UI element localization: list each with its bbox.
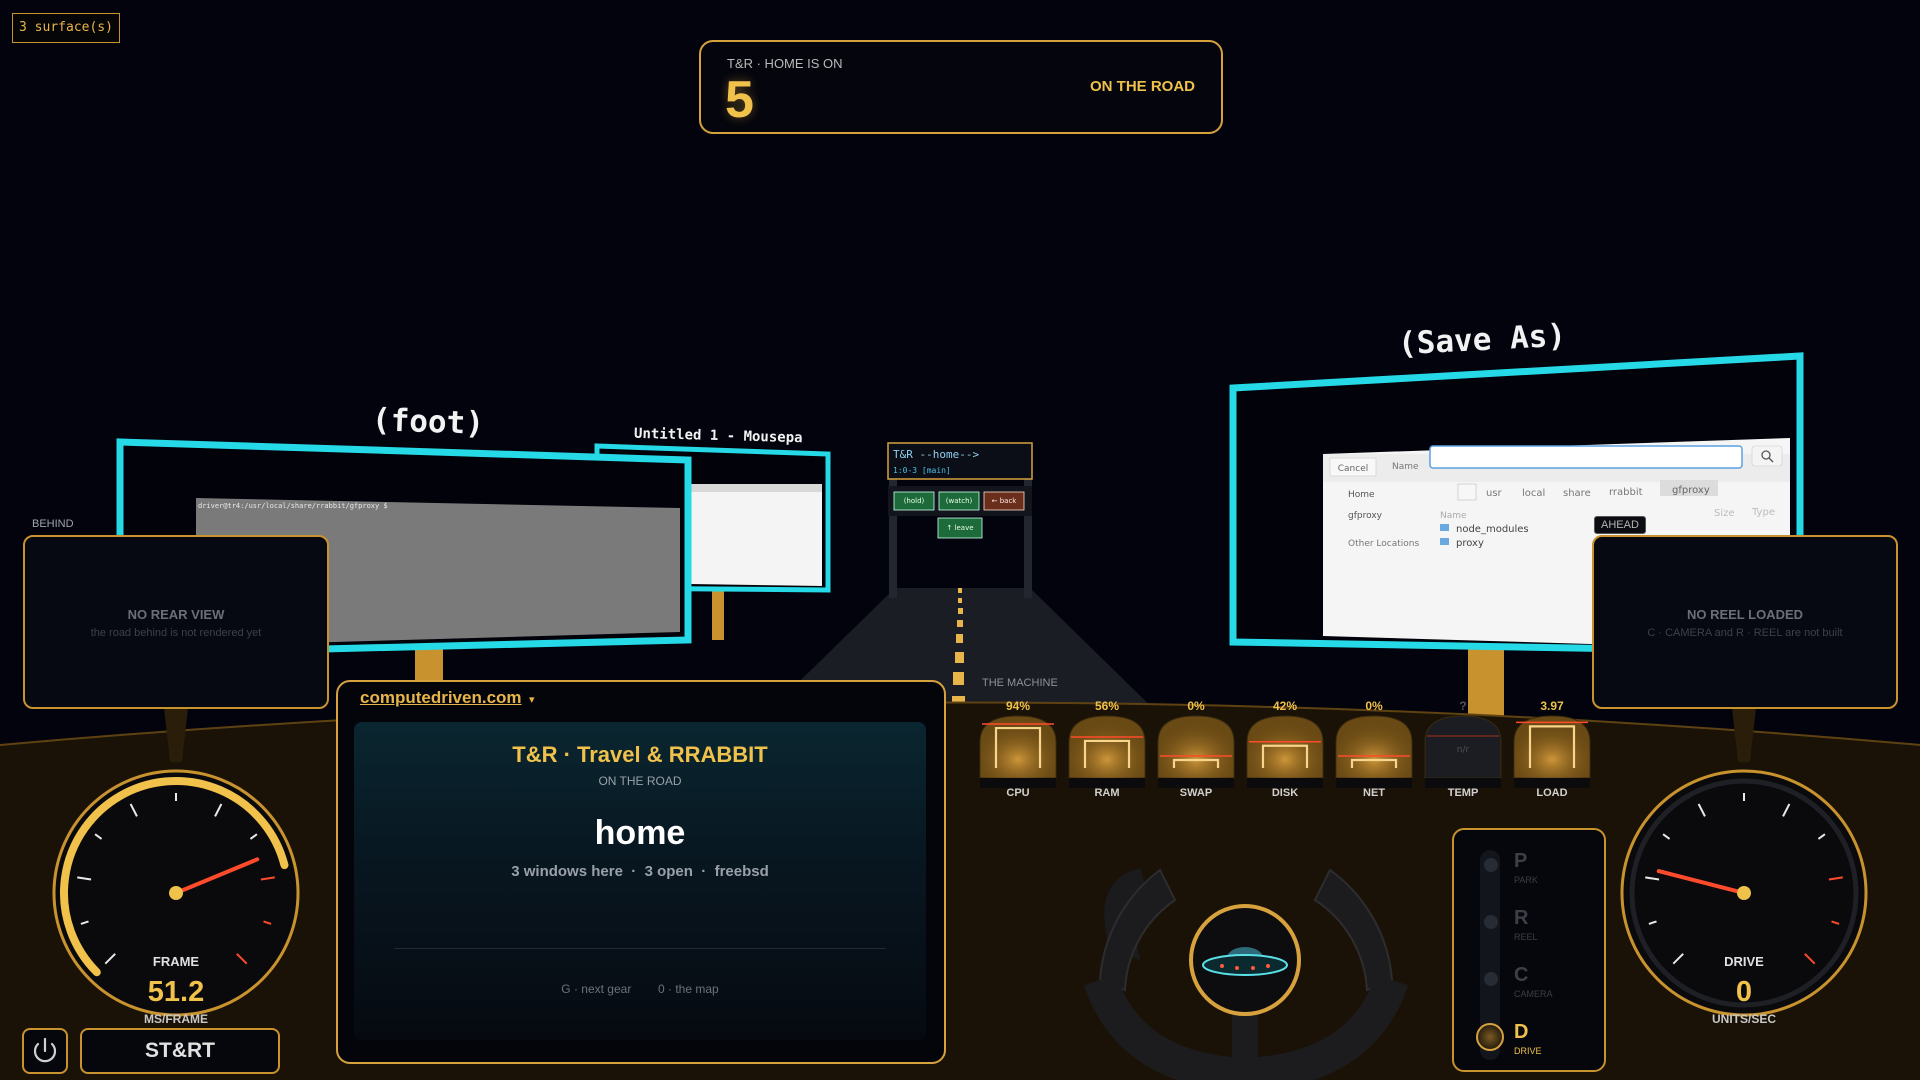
gauge-value: 94% xyxy=(1005,699,1031,713)
gauge-readout-net: 0% NET xyxy=(1335,699,1413,799)
screen-location: home xyxy=(594,814,686,852)
gear-indicator-drive xyxy=(1476,1023,1504,1051)
frame-dial-value: 51.2 xyxy=(147,976,205,1008)
rear-view-subtitle: the road behind is not rendered yet xyxy=(90,627,262,639)
gauge-label: NET xyxy=(1363,787,1385,799)
gear-selector[interactable]: P PARK R REEL C CAMERA D DRIVE xyxy=(1452,828,1606,1072)
gear-name-drive: DRIVE xyxy=(1514,1046,1542,1056)
gear-reel[interactable]: R xyxy=(1514,907,1528,930)
path-gfproxy[interactable]: gfproxy xyxy=(1672,485,1710,496)
sign-tile-leave: ↑ leave xyxy=(946,524,973,532)
drive-dial-label: DRIVE xyxy=(1724,954,1764,969)
gauge-label: LOAD xyxy=(1536,787,1568,799)
folder-icon xyxy=(1440,524,1449,531)
gauge-readout-load: 3.97 LOAD xyxy=(1513,699,1591,799)
gauge-readout-ram: 56% RAM xyxy=(1068,699,1146,799)
gear-indicator-park xyxy=(1484,858,1498,872)
gauge-readout-swap: 0% SWAP xyxy=(1157,699,1235,799)
reel-subtitle: C · CAMERA and R · REEL are not built xyxy=(1647,627,1843,639)
place-gfproxy[interactable]: gfproxy xyxy=(1348,511,1383,521)
gauge-label: DISK xyxy=(1271,787,1299,799)
gauge-label: RAM xyxy=(1094,787,1120,799)
sign-line2: 1:0-3 [main] xyxy=(893,466,951,475)
column-type[interactable]: Type xyxy=(1751,507,1775,518)
gauge-readout-temp: ? TEMP xyxy=(1424,699,1502,799)
machine-title: THE MACHINE xyxy=(982,677,1058,689)
overhead-sign: T&R --home--> 1:0-3 [main] (hold) (watch… xyxy=(887,442,1033,598)
path-rrabbit[interactable]: rrabbit xyxy=(1609,487,1643,498)
behind-tag: BEHIND xyxy=(32,518,74,530)
gauge-label: TEMP xyxy=(1447,787,1479,799)
home-banner: T&R · HOME IS ON 5 ON THE ROAD xyxy=(699,40,1223,134)
path-root-button[interactable] xyxy=(1457,483,1477,501)
billboard-title-foot: (foot) xyxy=(371,402,485,442)
place-other-locations[interactable]: Other Locations xyxy=(1348,539,1419,549)
gauge-label: SWAP xyxy=(1179,787,1213,799)
sign-line1: T&R --home--> xyxy=(893,448,979,461)
gauge-label: CPU xyxy=(1006,787,1030,799)
path-share[interactable]: share xyxy=(1563,488,1591,499)
gear-name-reel: REEL xyxy=(1514,932,1538,942)
gauge-value: 0% xyxy=(1365,699,1383,713)
reel-title: NO REEL LOADED xyxy=(1686,607,1804,622)
save-search-button[interactable] xyxy=(1751,445,1783,467)
save-name-input[interactable] xyxy=(1429,445,1743,469)
power-button[interactable] xyxy=(22,1028,68,1074)
sign-tile-back: ← back xyxy=(992,497,1018,505)
rear-view-title: NO REAR VIEW xyxy=(127,607,225,622)
save-cancel-label: Cancel xyxy=(1338,464,1369,474)
rear-view-mirror: NO REAR VIEW the road behind is not rend… xyxy=(23,535,329,709)
file-node-modules[interactable]: node_modules xyxy=(1456,524,1529,535)
screen-details: 3 windows here · 3 open · freebsd xyxy=(511,863,769,880)
save-name-label: Name xyxy=(1392,462,1419,472)
gauge-readout-cpu: 94% CPU xyxy=(979,699,1057,799)
screen-hints: G · next gear 0 · the map xyxy=(561,982,719,996)
gauge-value: 42% xyxy=(1272,699,1298,713)
folder-icon xyxy=(1440,538,1449,545)
gear-indicator-camera xyxy=(1484,972,1498,986)
gear-name-camera: CAMERA xyxy=(1514,989,1553,999)
path-local[interactable]: local xyxy=(1522,488,1545,499)
gauge-value: 3.97 xyxy=(1540,699,1564,713)
divider xyxy=(394,948,886,949)
file-proxy[interactable]: proxy xyxy=(1456,538,1484,549)
chevron-down-icon[interactable]: ▾ xyxy=(529,693,535,706)
gear-indicator-reel xyxy=(1484,915,1498,929)
banner-label: T&R · HOME IS ON xyxy=(727,56,843,71)
gauge-value: 56% xyxy=(1094,699,1120,713)
gauge-readout-disk: 42% DISK xyxy=(1246,699,1324,799)
sign-tile-hold: (hold) xyxy=(904,497,925,505)
path-usr[interactable]: usr xyxy=(1486,488,1503,499)
terminal-prompt: driver@tr4:/usr/local/share/rrabbit/gfpr… xyxy=(198,502,388,510)
screen-subtitle: ON THE ROAD xyxy=(598,774,682,788)
reel-mirror: NO REEL LOADED C · CAMERA and R · REEL a… xyxy=(1592,535,1898,709)
power-icon xyxy=(33,1037,57,1063)
drive-dial-value: 0 xyxy=(1735,976,1753,1008)
column-name[interactable]: Name xyxy=(1440,511,1467,521)
gear-name-park: PARK xyxy=(1514,875,1538,885)
banner-number: 5 xyxy=(725,71,754,129)
gear-park[interactable]: P xyxy=(1514,850,1527,873)
start-button[interactable]: ST&RT xyxy=(80,1028,280,1074)
screen-title: T&R · Travel & RRABBIT xyxy=(512,742,768,767)
frame-dial-unit: MS/FRAME xyxy=(144,1012,208,1026)
site-selector[interactable]: computedriven.com xyxy=(360,688,522,708)
drive-dial-unit: UNITS/SEC xyxy=(1711,1012,1776,1026)
gear-camera[interactable]: C xyxy=(1514,964,1528,987)
frame-dial-label: FRAME xyxy=(152,954,200,969)
surface-count-badge: 3 surface(s) xyxy=(12,13,120,43)
center-screen: computedriven.com ▾ T&R · Travel & RRABB… xyxy=(336,680,946,1064)
place-home[interactable]: Home xyxy=(1348,490,1375,500)
column-size[interactable]: Size xyxy=(1714,508,1735,519)
gauge-value: ? xyxy=(1459,699,1467,713)
center-screen-content: T&R · Travel & RRABBIT ON THE ROAD home … xyxy=(354,722,926,1040)
gear-drive[interactable]: D xyxy=(1514,1021,1528,1044)
sign-tile-watch: (watch) xyxy=(946,497,973,505)
gauge-value: 0% xyxy=(1187,699,1205,713)
banner-status: ON THE ROAD xyxy=(1090,78,1195,95)
ahead-tag: AHEAD xyxy=(1594,516,1646,534)
